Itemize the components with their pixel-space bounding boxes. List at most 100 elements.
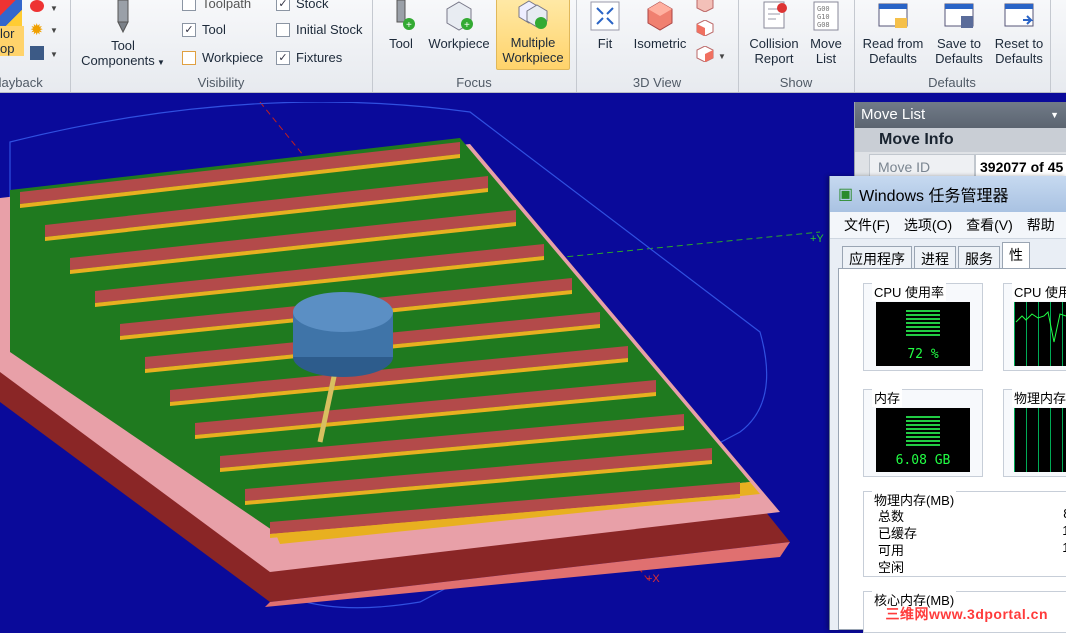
- group-label-defaults: Defaults: [928, 75, 976, 90]
- color-loop-button[interactable]: lor op: [0, 0, 24, 56]
- dropdown-arrow-icon[interactable]: ▼: [50, 50, 58, 59]
- task-manager-window: ▣ Windows 任务管理器 文件(F) 选项(O) 查看(V) 帮助 应用程…: [829, 176, 1066, 633]
- collision-report-button[interactable]: Collision Report: [742, 0, 806, 66]
- memory-pane: 内存 6.08 GB: [863, 388, 983, 477]
- phys-mem-row-free: 空闲: [878, 557, 1066, 576]
- panel-menu-arrow-icon[interactable]: ▼: [1050, 102, 1059, 128]
- cpu-history-graph: [1014, 302, 1066, 366]
- dropdown-arrow-icon: ▼: [154, 58, 165, 67]
- task-manager-title-bar[interactable]: ▣ Windows 任务管理器: [830, 176, 1066, 212]
- cpu-usage-pane: CPU 使用率 72 %: [863, 282, 983, 371]
- group-label-playback: Playback: [0, 75, 43, 90]
- tool-components-label-1: Tool: [111, 38, 135, 53]
- tab-processes[interactable]: 进程: [914, 246, 956, 269]
- focus-workpiece-button[interactable]: + Workpiece: [426, 0, 492, 51]
- move-list-button[interactable]: G00 G10 G08 Move List: [806, 0, 846, 66]
- group-label-3dview: 3D View: [632, 75, 682, 90]
- fixtures-label: Fixtures: [296, 50, 343, 65]
- save-defaults-label-2: Defaults: [935, 51, 983, 66]
- workpiece-label: Workpiece: [202, 50, 264, 65]
- menu-file[interactable]: 文件(F): [844, 215, 890, 235]
- move-info-header[interactable]: Move Info: [855, 128, 1066, 152]
- read-defaults-label-1: Read from: [862, 36, 924, 51]
- group-visibility: Tool Components ▼ Toolpath ✓ Tool Workpie…: [70, 0, 373, 92]
- move-list-title: Move List: [861, 106, 926, 123]
- focus-multiple-workpiece-button[interactable]: Multiple Workpiece: [496, 0, 570, 70]
- axis-label-x: +X: [646, 573, 660, 585]
- phys-mem-history-label: 物理内存: [1012, 388, 1066, 407]
- read-defaults-label-2: Defaults: [869, 51, 917, 66]
- checkbox-box: [182, 0, 196, 11]
- phys-mem-table: 物理内存(MB) 总数811 已缓存196 可用187 空闲: [863, 490, 1066, 577]
- task-manager-app-icon: ▣: [838, 186, 854, 203]
- red-ball-icon[interactable]: [30, 0, 44, 12]
- tab-applications[interactable]: 应用程序: [842, 246, 912, 269]
- svg-text:+: +: [406, 20, 412, 31]
- checkbox-box: ✓: [276, 50, 290, 65]
- isometric-button[interactable]: Isometric: [632, 0, 688, 51]
- collision-report-icon: [758, 0, 790, 32]
- group-show: Collision Report G00 G10 G08 Move List Sho…: [738, 0, 855, 92]
- color-grid-icon: [0, 0, 22, 26]
- initial-stock-label: Initial Stock: [296, 22, 363, 37]
- save-defaults-button[interactable]: Save to Defaults: [928, 0, 990, 66]
- toolpath-checkbox[interactable]: Toolpath: [182, 0, 251, 11]
- color-loop-label-2: op: [0, 41, 24, 56]
- checkbox-box: ✓: [276, 0, 290, 11]
- reset-defaults-icon: [1003, 0, 1035, 32]
- fit-button[interactable]: Fit: [580, 0, 630, 51]
- focus-tool-label: Tool: [389, 36, 413, 51]
- isometric-label: Isometric: [633, 36, 687, 51]
- svg-text:G00: G00: [817, 5, 830, 13]
- cpu-history-label: CPU 使用: [1012, 282, 1066, 301]
- collision-label-2: Report: [754, 51, 794, 66]
- row-value: 196: [1062, 523, 1066, 538]
- fixtures-checkbox[interactable]: ✓ Fixtures: [276, 50, 342, 65]
- menu-help[interactable]: 帮助: [1027, 215, 1055, 235]
- focus-tool-button[interactable]: + Tool: [376, 0, 426, 51]
- focus-multiple-label-2: Workpiece: [502, 50, 564, 65]
- performance-tab-body: CPU 使用率 72 % CPU 使用 内存 6.08 GB 物理内存 物理内存…: [838, 268, 1066, 633]
- menu-view[interactable]: 查看(V): [966, 215, 1013, 235]
- checkbox-box: [276, 22, 290, 37]
- reset-defaults-button[interactable]: Reset to Defaults: [988, 0, 1050, 66]
- read-defaults-button[interactable]: Read from Defaults: [858, 0, 928, 66]
- view-cube-side-icon[interactable]: [696, 45, 714, 63]
- fit-label: Fit: [597, 36, 613, 51]
- simulation-viewport[interactable]: +Y +X: [0, 102, 850, 630]
- workpiece-checkbox[interactable]: Workpiece: [182, 50, 263, 65]
- svg-text:+: +: [464, 20, 470, 31]
- group-label-show: Show: [779, 75, 813, 90]
- initial-stock-checkbox[interactable]: Initial Stock: [276, 22, 362, 37]
- tool-checkbox[interactable]: ✓ Tool: [182, 22, 226, 37]
- menu-options[interactable]: 选项(O): [904, 215, 952, 235]
- tool-label: Tool: [202, 22, 226, 37]
- row-label: 空闲: [878, 560, 905, 575]
- group-label-visibility: Visibility: [197, 75, 245, 90]
- task-manager-title: Windows 任务管理器: [859, 188, 1009, 205]
- view-cube-front-icon[interactable]: [696, 19, 714, 37]
- row-value: 187: [1062, 540, 1066, 555]
- tool-components-button[interactable]: Tool Components ▼: [76, 0, 170, 70]
- group-playback: lor op ▼ ✹ ▼ ▼ Playback: [0, 0, 71, 92]
- tab-services[interactable]: 服务: [958, 246, 1000, 269]
- stock-label: Stock: [296, 0, 329, 11]
- memory-label: 内存: [872, 388, 903, 407]
- dropdown-arrow-icon[interactable]: ▼: [50, 4, 58, 13]
- task-manager-menubar: 文件(F) 选项(O) 查看(V) 帮助: [830, 212, 1066, 239]
- tool-focus-icon: +: [385, 0, 417, 32]
- move-list-title-bar[interactable]: Move List ▼: [855, 102, 1066, 128]
- view-cube-top-icon[interactable]: [696, 0, 714, 13]
- render-mode-icon[interactable]: [30, 46, 44, 60]
- focus-workpiece-label: Workpiece: [428, 36, 490, 51]
- cpu-meter-bar: [906, 310, 940, 338]
- svg-text:G08: G08: [817, 21, 830, 29]
- stock-checkbox[interactable]: ✓ Stock: [276, 0, 329, 11]
- dropdown-arrow-icon[interactable]: ▼: [50, 26, 58, 35]
- checkbox-box: ✓: [182, 22, 196, 37]
- tab-performance[interactable]: 性: [1002, 242, 1030, 269]
- tool-components-label-2: Components: [81, 53, 155, 68]
- sun-icon[interactable]: ✹: [30, 20, 43, 40]
- row-label: 已缓存: [878, 526, 918, 541]
- dropdown-arrow-icon[interactable]: ▼: [718, 52, 726, 61]
